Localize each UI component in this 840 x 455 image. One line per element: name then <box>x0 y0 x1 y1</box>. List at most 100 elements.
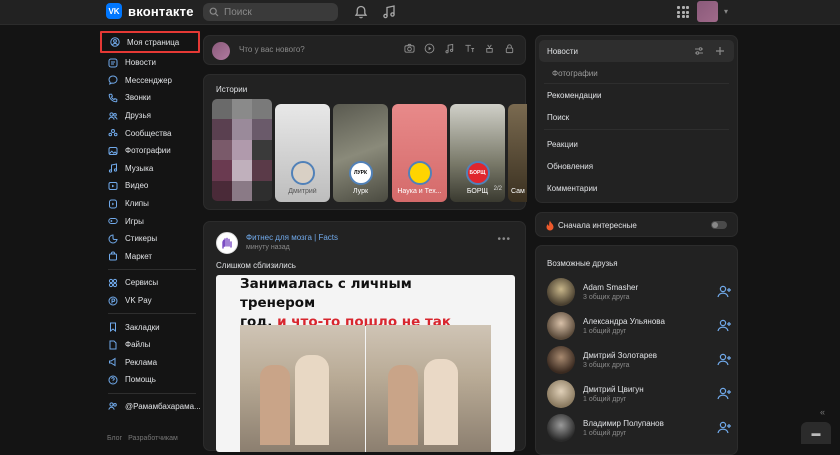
vk-logo[interactable]: VK вконтакте <box>106 3 194 19</box>
post-image[interactable]: Занималась с личным тренером год, и что-… <box>216 275 515 452</box>
friend-suggestion[interactable]: Дмитрий Цвигун 1 общий друг <box>547 380 732 408</box>
sidebar-item-help[interactable]: Помощь <box>100 371 200 389</box>
filter-photos[interactable]: Фотографии <box>552 69 598 78</box>
sidebar-item-calls[interactable]: Звонки <box>100 89 200 107</box>
composer-avatar <box>212 42 230 60</box>
add-friend-icon[interactable] <box>717 319 732 332</box>
sidebar-item-messenger[interactable]: Мессенджер <box>100 72 200 90</box>
chat-icon: ▬ <box>811 428 821 438</box>
community-icon <box>108 401 118 411</box>
post-timestamp[interactable]: минуту назад <box>246 244 290 251</box>
sidebar-item-vk-pay[interactable]: VK Pay <box>100 292 200 310</box>
interesting-first-label: Сначала интересные <box>558 221 637 230</box>
friend-avatar[interactable] <box>547 346 575 374</box>
phone-icon <box>108 93 118 103</box>
footer-link-developers[interactable]: Разработчикам <box>128 435 178 442</box>
clips-icon <box>108 199 118 209</box>
friend-name[interactable]: Adam Smasher <box>583 283 638 292</box>
services-icon <box>108 278 118 288</box>
filter-recommendations[interactable]: Рекомендации <box>547 91 601 100</box>
text-format-icon[interactable] <box>464 43 475 54</box>
sidebar-item-label: Файлы <box>125 340 151 350</box>
story-card[interactable]: ЛУРК Лурк <box>333 104 388 202</box>
interesting-first-toggle-panel: Сначала интересные <box>535 212 738 237</box>
footer-link-blog[interactable]: Блог <box>107 435 122 442</box>
post-author-name[interactable]: Фитнес для мозга | Facts <box>246 233 338 242</box>
friend-name[interactable]: Владимир Полупанов <box>583 419 664 428</box>
plus-icon[interactable] <box>715 46 725 56</box>
sidebar-item-label: Игры <box>125 216 144 226</box>
communities-icon <box>108 128 118 138</box>
vk-pay-icon <box>108 296 118 306</box>
sidebar-divider <box>108 313 196 315</box>
friend-suggestion[interactable]: Дмитрий Золотарев 3 общих друга <box>547 346 732 374</box>
settings-sliders-icon[interactable] <box>694 46 704 56</box>
add-friend-icon[interactable] <box>717 353 732 366</box>
friend-name[interactable]: Дмитрий Золотарев <box>583 351 657 360</box>
camera-icon[interactable] <box>404 43 415 54</box>
apps-grid-icon[interactable] <box>677 6 689 18</box>
sidebar-item-photos[interactable]: Фотографии <box>100 142 200 160</box>
bell-icon[interactable] <box>353 4 369 20</box>
interesting-first-toggle[interactable] <box>711 221 727 229</box>
sidebar-item-label: VK Pay <box>125 296 152 306</box>
friend-name[interactable]: Александра Ульянова <box>583 317 665 326</box>
sidebar-divider <box>108 392 196 394</box>
collapse-chevron-icon[interactable]: « <box>820 407 825 417</box>
sidebar-item-music[interactable]: Музыка <box>100 160 200 178</box>
composer-placeholder[interactable]: Что у вас нового? <box>239 45 305 54</box>
friend-suggestion[interactable]: Владимир Полупанов 1 общий друг <box>547 414 732 442</box>
search-input[interactable]: Поиск <box>203 3 338 21</box>
sidebar-item-files[interactable]: Файлы <box>100 336 200 354</box>
add-friend-icon[interactable] <box>717 285 732 298</box>
sidebar-item-market[interactable]: Маркет <box>100 248 200 266</box>
lock-icon[interactable] <box>504 43 515 54</box>
my-story-placeholder[interactable] <box>212 99 272 201</box>
sidebar-item-video[interactable]: Видео <box>100 177 200 195</box>
profile-avatar[interactable] <box>697 1 718 22</box>
sidebar-item-services[interactable]: Сервисы <box>100 274 200 292</box>
sidebar-item-community[interactable]: @Рамамбахарама... <box>100 398 201 416</box>
post-author-avatar[interactable] <box>216 232 238 254</box>
search-icon <box>209 7 219 17</box>
sidebar-item-clips[interactable]: Клипы <box>100 195 200 213</box>
friend-name[interactable]: Дмитрий Цвигун <box>583 385 644 394</box>
chevron-down-icon[interactable]: ▾ <box>724 7 728 16</box>
friend-avatar[interactable] <box>547 278 575 306</box>
sidebar-item-bookmarks[interactable]: Закладки <box>100 318 200 336</box>
story-avatar <box>290 161 315 185</box>
filter-comments[interactable]: Комментарии <box>547 184 597 193</box>
filter-updates[interactable]: Обновления <box>547 162 593 171</box>
sidebar-item-ads[interactable]: Реклама <box>100 354 200 372</box>
sidebar-item-friends[interactable]: Друзья <box>100 107 200 125</box>
video-play-icon[interactable] <box>424 43 435 54</box>
story-card[interactable]: Дмитрий <box>275 104 330 202</box>
post-composer[interactable]: Что у вас нового? <box>203 35 526 65</box>
photo-right <box>366 325 491 452</box>
add-friend-icon[interactable] <box>717 421 732 434</box>
filter-news[interactable]: Новости <box>539 40 734 62</box>
friend-avatar[interactable] <box>547 380 575 408</box>
friend-avatar[interactable] <box>547 414 575 442</box>
friend-suggestion[interactable]: Adam Smasher 3 общих друга <box>547 278 732 306</box>
filter-search[interactable]: Поиск <box>547 113 569 122</box>
sidebar-item-news[interactable]: Новости <box>100 54 200 72</box>
story-card[interactable]: Сам <box>508 104 527 202</box>
add-friend-icon[interactable] <box>717 387 732 400</box>
friend-suggestion[interactable]: Александра Ульянова 1 общий друг <box>547 312 732 340</box>
music-icon[interactable] <box>381 4 397 20</box>
filter-reactions[interactable]: Реакции <box>547 140 578 149</box>
clips-icon[interactable] <box>484 43 495 54</box>
sidebar-item-stickers[interactable]: Стикеры <box>100 230 200 248</box>
music-note-icon <box>108 163 118 173</box>
chat-button[interactable]: ▬ <box>801 422 831 444</box>
sidebar-item-my-page[interactable]: Моя страница <box>100 31 200 53</box>
sidebar-item-communities[interactable]: Сообщества <box>100 124 200 142</box>
story-card[interactable]: Наука и Тех... <box>392 104 447 202</box>
story-card[interactable]: БОРЩ БОРЩ 2/2 <box>450 104 505 202</box>
top-bar: VK вконтакте Поиск ▾ <box>0 0 840 25</box>
more-options-icon[interactable]: ••• <box>497 234 511 245</box>
sidebar-item-games[interactable]: Игры <box>100 212 200 230</box>
friend-avatar[interactable] <box>547 312 575 340</box>
music-icon[interactable] <box>444 43 455 54</box>
